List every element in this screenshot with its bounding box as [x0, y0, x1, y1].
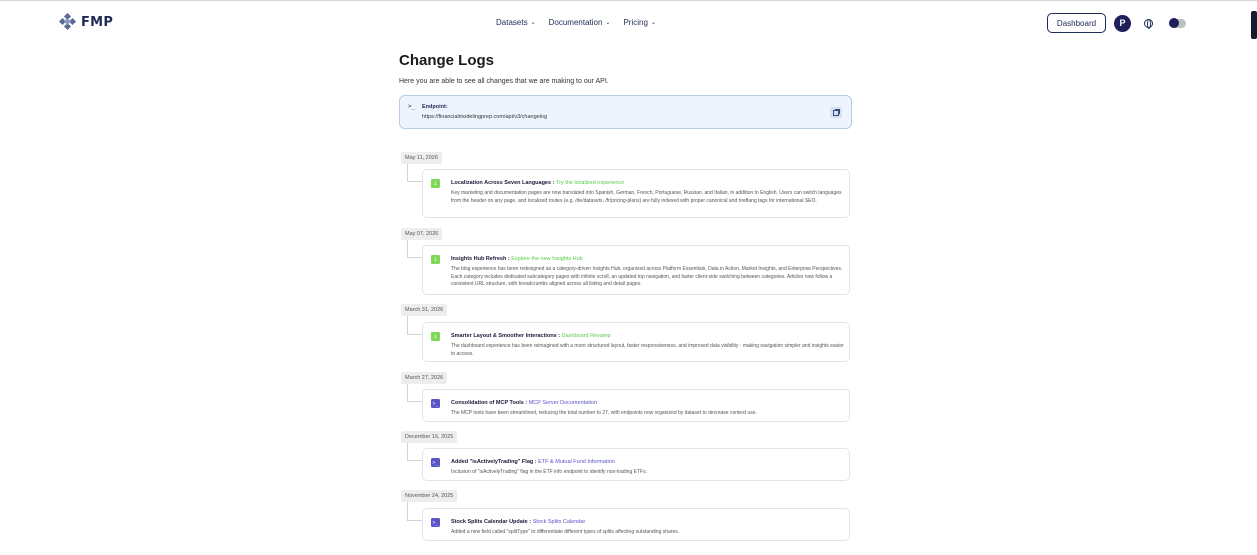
- card-link[interactable]: Explore the new Insights Hub: [511, 256, 583, 262]
- timeline-connector: [407, 181, 423, 182]
- date-chip: May 07, 2026: [401, 228, 443, 240]
- terminal-prompt-icon: >_: [408, 103, 416, 110]
- endpoint-label: Endpoint:: [422, 104, 448, 110]
- date-chip: May 11, 2026: [401, 152, 442, 164]
- card-description: Inclusion of "isActivelyTrading" flag in…: [451, 469, 647, 475]
- chevron-down-icon: ⌄: [530, 20, 536, 26]
- card-title-text: Added "isActivelyTrading" Flag :: [451, 459, 539, 465]
- changelog-card: i Smarter Layout & Smoother Interactions …: [422, 322, 850, 362]
- dashboard-button[interactable]: Dashboard: [1047, 13, 1106, 33]
- date-chip: December 16, 2025: [401, 431, 458, 443]
- terminal-icon: >_: [431, 458, 440, 467]
- card-link[interactable]: Stock Splits Calendar: [533, 519, 586, 525]
- timeline-connector: [407, 257, 423, 258]
- logo-text: FMP: [81, 14, 114, 30]
- changelog-card: >_ Consolidation of MCP Tools : MCP Serve…: [422, 389, 850, 422]
- timeline-connector: [407, 520, 423, 521]
- timeline-line: [407, 443, 408, 460]
- card-title-text: Smarter Layout & Smoother Interactions :: [451, 333, 562, 339]
- terminal-icon: >_: [431, 518, 440, 527]
- nav-datasets[interactable]: Datasets ⌄: [496, 18, 536, 27]
- card-link[interactable]: Dashboard Revamp: [562, 333, 611, 339]
- card-link[interactable]: Try the localized experience: [556, 180, 624, 186]
- nav-pricing-label: Pricing: [623, 18, 648, 27]
- endpoint-url[interactable]: https://financialmodelingprep.com/api/v3…: [422, 114, 547, 120]
- theme-toggle[interactable]: [1169, 18, 1186, 28]
- chevron-down-icon: ⌄: [605, 20, 611, 26]
- nav-documentation[interactable]: Documentation ⌄: [549, 18, 611, 27]
- nav-datasets-label: Datasets: [496, 18, 528, 27]
- page-subtitle: Here you are able to see all changes tha…: [399, 78, 609, 85]
- card-title-text: Localization Across Seven Languages :: [451, 180, 556, 186]
- logo[interactable]: FMP: [58, 12, 114, 31]
- card-title-text: Insights Hub Refresh :: [451, 256, 512, 262]
- header-actions: Dashboard P: [1047, 13, 1186, 33]
- card-description: Key marketing and documentation pages ar…: [451, 190, 842, 204]
- date-chip: March 27, 2026: [401, 372, 448, 384]
- timeline-line: [407, 316, 408, 334]
- copy-icon[interactable]: [830, 107, 842, 118]
- changelog-card: i Insights Hub Refresh : Explore the new …: [422, 245, 850, 295]
- page-title: Change Logs: [399, 52, 495, 69]
- scrollbar-thumb[interactable]: [1251, 11, 1257, 39]
- info-icon: i: [431, 332, 440, 341]
- timeline-line: [407, 502, 408, 520]
- site-header: FMP Datasets ⌄ Documentation ⌄ Pricing ⌄…: [0, 5, 1246, 41]
- timeline-line: [407, 240, 408, 257]
- card-link[interactable]: MCP Server Documentation: [529, 400, 597, 406]
- card-description: Added a new field called "splitType" to …: [451, 529, 680, 535]
- terminal-icon: >_: [431, 399, 440, 408]
- card-title: Insights Hub Refresh : Explore the new I…: [451, 256, 583, 262]
- card-description: The blog experience has been redesigned …: [451, 266, 843, 287]
- changelog-card: i Localization Across Seven Languages : T…: [422, 169, 850, 218]
- info-icon: i: [431, 255, 440, 264]
- card-title: Stock Splits Calendar Update : Stock Spl…: [451, 519, 585, 525]
- main-content: Change Logs Here you are able to see all…: [399, 52, 852, 129]
- card-title-text: Consolidation of MCP Tools :: [451, 400, 529, 406]
- info-icon: i: [431, 179, 440, 188]
- nav-pricing[interactable]: Pricing ⌄: [623, 18, 655, 27]
- fmp-logo-icon: [58, 12, 77, 31]
- avatar[interactable]: P: [1114, 14, 1131, 32]
- card-title: Smarter Layout & Smoother Interactions :…: [451, 333, 611, 339]
- card-title: Consolidation of MCP Tools : MCP Server …: [451, 400, 597, 406]
- card-description: The MCP tools have been streamlined, red…: [451, 410, 757, 416]
- scrollbar[interactable]: [1246, 5, 1257, 555]
- changelog-card: >_ Added "isActivelyTrading" Flag : ETF &…: [422, 448, 850, 481]
- globe-icon[interactable]: [1144, 18, 1153, 29]
- timeline-connector: [407, 401, 423, 402]
- toggle-knob: [1169, 18, 1179, 28]
- timeline-line: [407, 164, 408, 181]
- timeline-line: [407, 384, 408, 401]
- chevron-down-icon: ⌄: [650, 20, 656, 26]
- changelog-card: >_ Stock Splits Calendar Update : Stock S…: [422, 508, 850, 541]
- card-title: Localization Across Seven Languages : Tr…: [451, 180, 624, 186]
- main-nav: Datasets ⌄ Documentation ⌄ Pricing ⌄: [496, 18, 656, 27]
- card-link[interactable]: ETF & Mutual Fund Information: [538, 459, 615, 465]
- timeline-connector: [407, 460, 423, 461]
- endpoint-box: >_ Endpoint: https://financialmodelingpr…: [399, 95, 852, 129]
- timeline-connector: [407, 334, 423, 335]
- nav-documentation-label: Documentation: [548, 18, 603, 27]
- card-title-text: Stock Splits Calendar Update :: [451, 519, 533, 525]
- card-title: Added "isActivelyTrading" Flag : ETF & M…: [451, 459, 615, 465]
- card-description: The dashboard experience has been reimag…: [451, 343, 844, 357]
- date-chip: March 31, 2026: [401, 304, 448, 316]
- date-chip: November 24, 2025: [401, 490, 458, 502]
